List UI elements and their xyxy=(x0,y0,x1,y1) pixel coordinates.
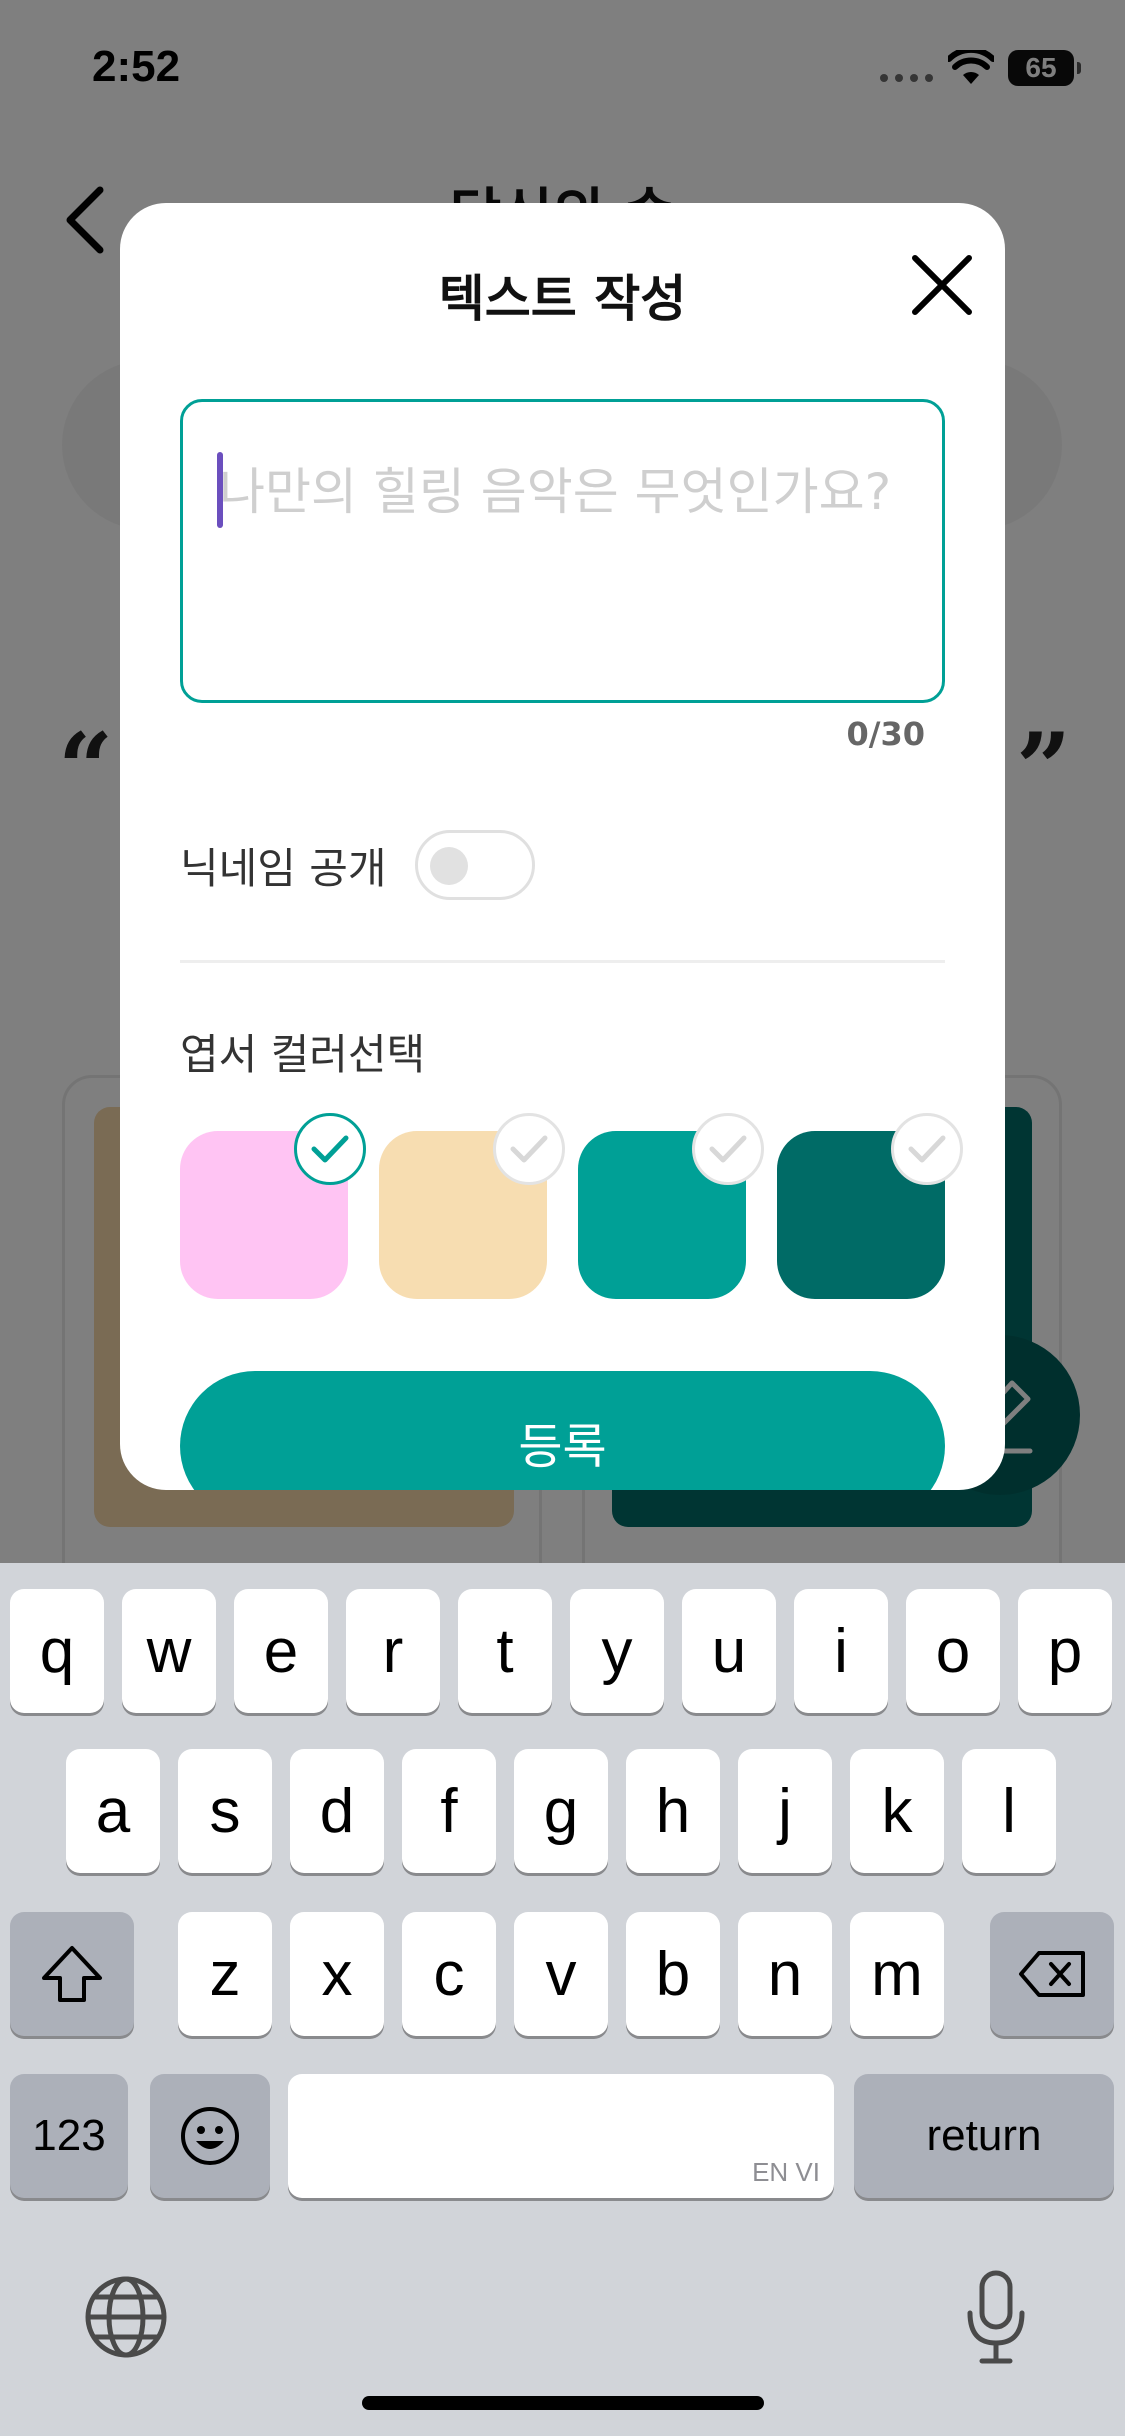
key-y[interactable]: y xyxy=(570,1589,664,1713)
submit-button[interactable]: 등록 xyxy=(180,1371,945,1490)
backspace-icon xyxy=(1019,1951,1085,1997)
return-key[interactable]: return xyxy=(854,2074,1114,2198)
key-t[interactable]: t xyxy=(458,1589,552,1713)
space-key[interactable]: EN VI xyxy=(288,2074,834,2198)
key-a[interactable]: a xyxy=(66,1749,160,1873)
key-m[interactable]: m xyxy=(850,1912,944,2036)
key-e[interactable]: e xyxy=(234,1589,328,1713)
key-c[interactable]: c xyxy=(402,1912,496,2036)
key-q[interactable]: q xyxy=(10,1589,104,1713)
key-w[interactable]: w xyxy=(122,1589,216,1713)
home-indicator[interactable] xyxy=(362,2396,764,2410)
submit-button-label: 등록 xyxy=(518,1421,607,1474)
emoji-key[interactable] xyxy=(150,2074,270,2198)
message-input[interactable] xyxy=(219,452,919,532)
check-circle-icon[interactable] xyxy=(891,1113,963,1185)
key-s[interactable]: s xyxy=(178,1749,272,1873)
shift-key[interactable] xyxy=(10,1912,134,2036)
key-b[interactable]: b xyxy=(626,1912,720,2036)
space-language-hint: EN VI xyxy=(752,2157,820,2187)
key-k[interactable]: k xyxy=(850,1749,944,1873)
key-n[interactable]: n xyxy=(738,1912,832,2036)
key-g[interactable]: g xyxy=(514,1749,608,1873)
key-x[interactable]: x xyxy=(290,1912,384,2036)
toggle-knob xyxy=(430,847,468,885)
ios-keyboard: qwertyuiop asdfghjkl zxcvbnm 123 EN VI r… xyxy=(0,1563,1125,2436)
key-i[interactable]: i xyxy=(794,1589,888,1713)
check-circle-icon[interactable] xyxy=(294,1113,366,1185)
key-v[interactable]: v xyxy=(514,1912,608,2036)
section-divider xyxy=(180,960,945,963)
globe-icon[interactable] xyxy=(82,2273,170,2361)
check-circle-icon[interactable] xyxy=(692,1113,764,1185)
postcard-color-label: 엽서 컬러선택 xyxy=(180,1030,426,1079)
text-compose-modal: 텍스트 작성 0/30 닉네임 공개 엽서 컬러선택 등록 xyxy=(120,203,1005,1490)
backspace-key[interactable] xyxy=(990,1912,1114,2036)
close-button[interactable] xyxy=(898,241,986,329)
shift-arrow-icon xyxy=(42,1946,102,2002)
numbers-key[interactable]: 123 xyxy=(10,2074,128,2198)
key-f[interactable]: f xyxy=(402,1749,496,1873)
nickname-public-toggle[interactable] xyxy=(415,830,535,900)
key-l[interactable]: l xyxy=(962,1749,1056,1873)
nickname-public-label: 닉네임 공개 xyxy=(180,844,387,893)
emoji-icon xyxy=(181,2107,239,2165)
character-counter: 0/30 xyxy=(846,715,925,753)
text-input-box[interactable] xyxy=(180,399,945,703)
key-p[interactable]: p xyxy=(1018,1589,1112,1713)
key-z[interactable]: z xyxy=(178,1912,272,2036)
microphone-icon[interactable] xyxy=(962,2269,1030,2365)
modal-title: 텍스트 작성 xyxy=(438,270,687,328)
key-o[interactable]: o xyxy=(906,1589,1000,1713)
key-h[interactable]: h xyxy=(626,1749,720,1873)
key-r[interactable]: r xyxy=(346,1589,440,1713)
key-u[interactable]: u xyxy=(682,1589,776,1713)
key-d[interactable]: d xyxy=(290,1749,384,1873)
key-j[interactable]: j xyxy=(738,1749,832,1873)
check-circle-icon[interactable] xyxy=(493,1113,565,1185)
close-icon xyxy=(912,255,972,315)
